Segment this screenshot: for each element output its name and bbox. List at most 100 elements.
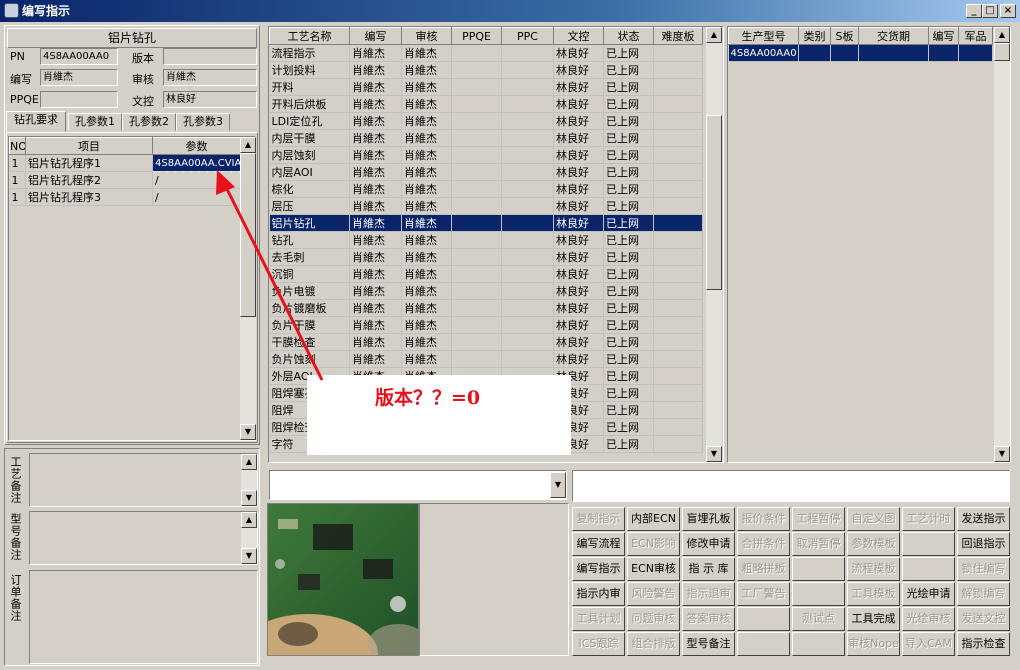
action-button[interactable] bbox=[792, 557, 845, 581]
drill-col-no[interactable]: NO bbox=[9, 137, 26, 155]
model-grid-scrollbar[interactable]: ▲ ▼ bbox=[994, 27, 1010, 462]
note-scrollbar[interactable]: ▲ ▼ bbox=[241, 512, 257, 564]
action-button[interactable] bbox=[902, 557, 955, 581]
action-button[interactable]: 工厂警告 bbox=[737, 582, 790, 606]
action-button[interactable]: 测试点 bbox=[792, 607, 845, 631]
doc-control-field[interactable]: 林良好 bbox=[163, 91, 257, 108]
order-note-field[interactable] bbox=[29, 570, 258, 664]
action-button[interactable]: 参数模板 bbox=[847, 532, 900, 556]
maximize-button[interactable]: □ bbox=[982, 4, 998, 18]
process-row[interactable]: LDI定位孔 肖維杰 肖維杰 林良好 已上网 bbox=[269, 112, 703, 130]
drill-table-scrollbar[interactable]: ▲ ▼ bbox=[240, 137, 256, 440]
action-button[interactable]: 指示内审 bbox=[572, 582, 625, 606]
action-button[interactable]: 合拼条件 bbox=[737, 532, 790, 556]
scroll-down-icon[interactable]: ▼ bbox=[240, 424, 256, 440]
process-row[interactable]: 内层干膜 肖維杰 肖維杰 林良好 已上网 bbox=[269, 129, 703, 147]
model-col-header[interactable]: 类别 bbox=[798, 27, 831, 45]
tab-hole-param-1[interactable]: 孔参数1 bbox=[68, 113, 122, 131]
action-button[interactable]: 报价条件 bbox=[737, 507, 790, 531]
ppqe-field[interactable] bbox=[40, 91, 118, 108]
process-row[interactable]: 负片蚀刻 肖維杰 肖維杰 林良好 已上网 bbox=[269, 350, 703, 368]
action-button[interactable]: 指 示 库 bbox=[682, 557, 735, 581]
action-button[interactable]: 流程模板 bbox=[847, 557, 900, 581]
action-button[interactable]: 型号备注 bbox=[682, 632, 735, 656]
model-col-header[interactable]: 交货期 bbox=[858, 27, 929, 45]
action-button[interactable]: 发送文控 bbox=[957, 607, 1010, 631]
model-col-header[interactable]: S板 bbox=[830, 27, 859, 45]
process-row[interactable]: 干膜检查 肖維杰 肖維杰 林良好 已上网 bbox=[269, 333, 703, 351]
process-col-header[interactable]: 文控 bbox=[553, 27, 604, 45]
scroll-down-icon[interactable]: ▼ bbox=[994, 446, 1010, 462]
action-button[interactable]: 审核Nope bbox=[847, 632, 900, 656]
action-button[interactable]: 内部ECN bbox=[627, 507, 680, 531]
action-button[interactable]: 解锁编写 bbox=[957, 582, 1010, 606]
action-button[interactable]: 编写流程 bbox=[572, 532, 625, 556]
process-row[interactable]: 开料后烘板 肖維杰 肖維杰 林良好 已上网 bbox=[269, 95, 703, 113]
action-button[interactable]: 指示检查 bbox=[957, 632, 1010, 656]
tab-hole-param-2[interactable]: 孔参数2 bbox=[122, 113, 176, 131]
action-button[interactable]: ECN影响 bbox=[627, 532, 680, 556]
scroll-down-icon[interactable]: ▼ bbox=[706, 446, 722, 462]
model-col-header[interactable]: 军品 bbox=[958, 27, 993, 45]
process-col-header[interactable]: PPC bbox=[501, 27, 554, 45]
action-button[interactable]: 工艺计时 bbox=[902, 507, 955, 531]
tab-drill-req[interactable]: 钻孔要求 bbox=[6, 111, 66, 132]
action-button[interactable] bbox=[792, 632, 845, 656]
process-combo[interactable]: ▼ bbox=[269, 470, 567, 500]
process-note-field[interactable]: ▲ ▼ bbox=[29, 453, 258, 507]
scroll-up-icon[interactable]: ▲ bbox=[241, 454, 257, 470]
drill-col-item[interactable]: 项目 bbox=[25, 137, 153, 155]
process-row[interactable]: 铝片钻孔 肖維杰 肖維杰 林良好 已上网 bbox=[269, 214, 703, 232]
close-button[interactable]: × bbox=[1000, 4, 1016, 18]
action-button[interactable]: 盲埋孔板 bbox=[682, 507, 735, 531]
scroll-down-icon[interactable]: ▼ bbox=[241, 490, 257, 506]
action-button[interactable]: 风险警告 bbox=[627, 582, 680, 606]
reviewer-field[interactable]: 肖維杰 bbox=[163, 69, 257, 86]
process-row[interactable]: 负片镀磨板 肖維杰 肖維杰 林良好 已上网 bbox=[269, 299, 703, 317]
process-col-header[interactable]: 工艺名称 bbox=[269, 27, 350, 45]
scroll-up-icon[interactable]: ▲ bbox=[241, 512, 257, 528]
action-button[interactable]: 工具计划 bbox=[572, 607, 625, 631]
action-button[interactable]: 工具模板 bbox=[847, 582, 900, 606]
process-col-header[interactable]: PPQE bbox=[451, 27, 502, 45]
action-button[interactable] bbox=[792, 582, 845, 606]
cell-selected[interactable]: 4S8AA00AA.CVIA bbox=[152, 154, 241, 172]
action-button[interactable] bbox=[737, 632, 790, 656]
model-col-header[interactable]: 编写 bbox=[928, 27, 959, 45]
scroll-thumb[interactable] bbox=[240, 153, 256, 317]
process-row[interactable]: 层压 肖維杰 肖維杰 林良好 已上网 bbox=[269, 197, 703, 215]
version-field[interactable] bbox=[163, 48, 257, 65]
action-button[interactable]: 发送指示 bbox=[957, 507, 1010, 531]
action-button[interactable]: 回退指示 bbox=[957, 532, 1010, 556]
action-button[interactable]: 答案审核 bbox=[682, 607, 735, 631]
action-button[interactable]: ECN审核 bbox=[627, 557, 680, 581]
minimize-button[interactable]: _ bbox=[966, 4, 982, 18]
process-row[interactable]: 负片干膜 肖維杰 肖維杰 林良好 已上网 bbox=[269, 316, 703, 334]
process-row[interactable]: 沉铜 肖維杰 肖維杰 林良好 已上网 bbox=[269, 265, 703, 283]
process-grid-scrollbar[interactable]: ▲ ▼ bbox=[706, 27, 722, 462]
process-row[interactable]: 钻孔 肖維杰 肖維杰 林良好 已上网 bbox=[269, 231, 703, 249]
scroll-thumb[interactable] bbox=[994, 43, 1010, 61]
scroll-up-icon[interactable]: ▲ bbox=[240, 137, 256, 153]
process-row[interactable]: 内层蚀刻 肖維杰 肖維杰 林良好 已上网 bbox=[269, 146, 703, 164]
note-scrollbar[interactable]: ▲ ▼ bbox=[241, 454, 257, 506]
process-row[interactable]: 去毛刺 肖維杰 肖維杰 林良好 已上网 bbox=[269, 248, 703, 266]
scroll-up-icon[interactable]: ▲ bbox=[706, 27, 722, 43]
action-button[interactable]: 编写指示 bbox=[572, 557, 625, 581]
writer-field[interactable]: 肖維杰 bbox=[40, 69, 118, 86]
action-button[interactable]: 自定义图 bbox=[847, 507, 900, 531]
drill-col-param[interactable]: 参数 bbox=[152, 137, 241, 155]
action-button[interactable]: ICS跟踪 bbox=[572, 632, 625, 656]
action-button[interactable]: 修改申请 bbox=[682, 532, 735, 556]
model-row[interactable]: 4S8AA00AA0 bbox=[728, 44, 993, 62]
action-button[interactable] bbox=[737, 607, 790, 631]
scroll-up-icon[interactable]: ▲ bbox=[994, 27, 1010, 43]
search-input[interactable] bbox=[572, 470, 1010, 502]
process-row[interactable]: 计划投料 肖維杰 肖維杰 林良好 已上网 bbox=[269, 61, 703, 79]
chevron-down-icon[interactable]: ▼ bbox=[550, 472, 566, 498]
process-col-header[interactable]: 审核 bbox=[401, 27, 452, 45]
table-row[interactable]: 1 铝片钻孔程序3 / bbox=[9, 188, 241, 206]
process-row[interactable]: 开料 肖維杰 肖維杰 林良好 已上网 bbox=[269, 78, 703, 96]
process-col-header[interactable]: 编写 bbox=[349, 27, 402, 45]
action-button[interactable]: 锁住编写 bbox=[957, 557, 1010, 581]
